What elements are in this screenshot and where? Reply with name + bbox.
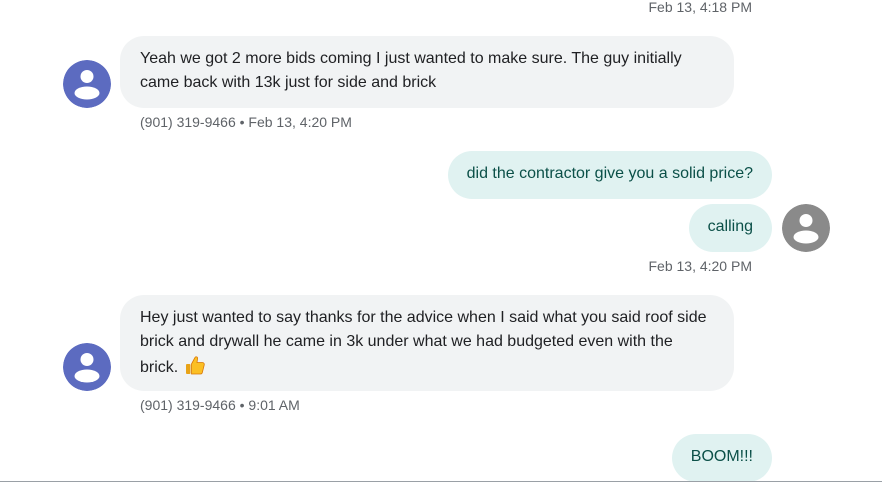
outgoing-message-bubble[interactable]: did the contractor give you a solid pric…: [447, 151, 772, 199]
message-text: calling: [707, 218, 753, 235]
message-text: did the contractor give you a solid pric…: [466, 165, 753, 182]
incoming-message-bubble[interactable]: Hey just wanted to say thanks for the ad…: [120, 295, 734, 391]
person-icon: [782, 204, 830, 252]
composer-divider: [0, 481, 882, 482]
self-avatar[interactable]: [782, 204, 830, 252]
outgoing-message-bubble[interactable]: calling: [688, 204, 772, 252]
contact-avatar[interactable]: [63, 60, 111, 108]
outgoing-message-bubble[interactable]: BOOM!!!: [671, 434, 772, 482]
contact-avatar[interactable]: [63, 343, 111, 391]
person-icon: [63, 60, 111, 108]
message-timestamp: Feb 13, 4:18 PM: [648, 0, 752, 15]
message-text: BOOM!!!: [690, 448, 753, 465]
conversation-thread: Feb 13, 4:18 PM Yeah we got 2 more bids …: [0, 0, 882, 499]
message-text: Hey just wanted to say thanks for the ad…: [140, 309, 707, 376]
message-timestamp: Feb 13, 4:20 PM: [648, 258, 752, 274]
person-icon: [63, 343, 111, 391]
incoming-message-bubble[interactable]: Yeah we got 2 more bids coming I just wa…: [120, 36, 734, 108]
message-text: Yeah we got 2 more bids coming I just wa…: [140, 50, 682, 91]
message-sender-meta: (901) 319-9466 • 9:01 AM: [140, 397, 300, 413]
thumbs-up-icon: [184, 354, 206, 384]
message-sender-meta: (901) 319-9466 • Feb 13, 4:20 PM: [140, 114, 352, 130]
